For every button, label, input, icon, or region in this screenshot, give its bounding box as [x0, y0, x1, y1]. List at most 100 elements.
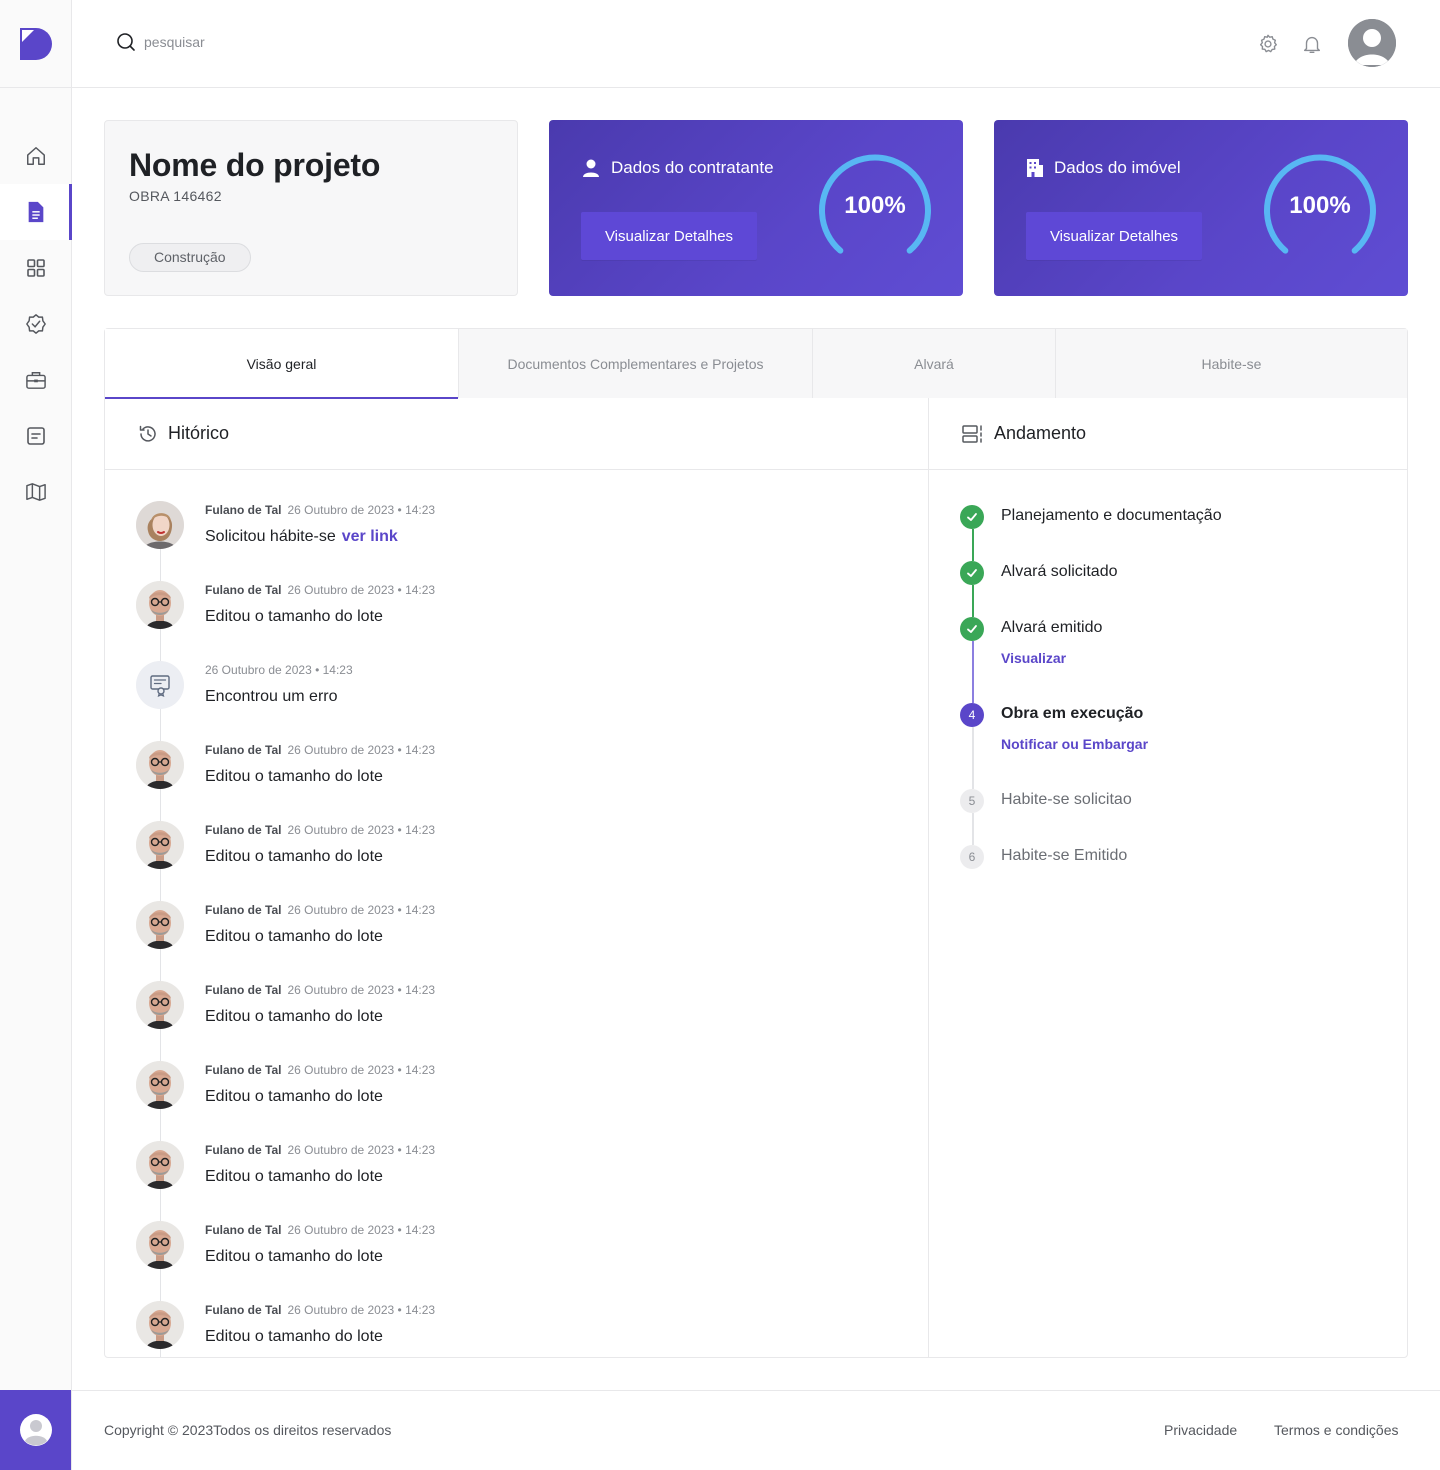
- search-input[interactable]: [144, 34, 344, 50]
- history-meta: 26 Outubro de 2023 • 14:23: [205, 663, 353, 677]
- footer-copyright: Copyright © 2023Todos os direitos reserv…: [104, 1422, 392, 1438]
- app-logo-icon: [20, 28, 52, 60]
- contractor-card: Dados do contratante Visualizar Detalhes…: [549, 120, 963, 296]
- property-details-button[interactable]: Visualizar Detalhes: [1026, 212, 1202, 260]
- history-item: Fulano de Tal 26 Outubro de 2023 • 14:23 E…: [136, 581, 896, 661]
- document-icon: [28, 201, 43, 223]
- history-header: Hitórico: [105, 398, 928, 470]
- history-date: 26 Outubro de 2023 • 14:23: [205, 663, 353, 677]
- user-avatar: [136, 1221, 184, 1269]
- progress-title: Andamento: [994, 423, 1087, 443]
- badge-check-icon: [25, 314, 46, 334]
- history-date: 26 Outubro de 2023 • 14:23: [287, 823, 436, 837]
- contractor-details-button[interactable]: Visualizar Detalhes: [581, 212, 757, 260]
- user-avatar: [136, 981, 184, 1029]
- footer-link-terms[interactable]: Termos e condições: [1274, 1422, 1399, 1438]
- building-icon: [1027, 159, 1043, 177]
- tab-documents[interactable]: Documentos Complementares e Projetos: [458, 329, 812, 398]
- tab-alvara[interactable]: Alvará: [812, 329, 1055, 398]
- step-action-link[interactable]: Notificar ou Embargar: [1001, 736, 1148, 752]
- history-link[interactable]: ver link: [342, 528, 398, 545]
- history-author: Fulano de Tal: [205, 583, 282, 597]
- history-author: Fulano de Tal: [205, 1223, 282, 1237]
- history-date: 26 Outubro de 2023 • 14:23: [287, 1063, 436, 1077]
- history-date: 26 Outubro de 2023 • 14:23: [287, 1143, 436, 1157]
- history-date: 26 Outubro de 2023 • 14:23: [287, 983, 436, 997]
- history-meta: Fulano de Tal 26 Outubro de 2023 • 14:23: [205, 503, 435, 517]
- history-action: Editou o tamanho do lote: [205, 768, 383, 785]
- profile-avatar[interactable]: [1348, 19, 1396, 67]
- contractor-percent: 100%: [844, 192, 906, 219]
- history-meta: Fulano de Tal 26 Outubro de 2023 • 14:23: [205, 983, 435, 997]
- history-text-row: Editou o tamanho do lote: [205, 1248, 383, 1266]
- nav-list[interactable]: [0, 408, 71, 464]
- search-icon: [117, 33, 135, 51]
- history-date: 26 Outubro de 2023 • 14:23: [287, 743, 436, 757]
- nav-map[interactable]: [0, 464, 71, 520]
- project-title: Nome do projeto: [129, 147, 381, 183]
- nav-approvals[interactable]: [0, 296, 71, 352]
- briefcase-icon: [25, 372, 46, 389]
- history-text-row: Editou o tamanho do lote: [205, 768, 383, 786]
- project-type-chip: Construção: [129, 243, 251, 272]
- history-item: Fulano de Tal 26 Outubro de 2023 • 14:23 E…: [136, 821, 896, 901]
- history-item: 26 Outubro de 2023 • 14:23 Encontrou um e…: [136, 661, 896, 741]
- logo[interactable]: [0, 0, 71, 88]
- history-list: Fulano de Tal 26 Outubro de 2023 • 14:23 S…: [105, 471, 928, 1357]
- progress-icon: [962, 424, 982, 443]
- notifications-button[interactable]: [1301, 33, 1323, 60]
- sidebar-user-button[interactable]: [0, 1390, 71, 1470]
- user-avatar: [136, 1141, 184, 1189]
- history-action: Encontrou um erro: [205, 688, 338, 705]
- tab-bar: Visão geral Documentos Complementares e …: [105, 329, 1407, 399]
- history-text-row: Editou o tamanho do lote: [205, 1328, 383, 1346]
- history-text-row: Editou o tamanho do lote: [205, 1168, 383, 1186]
- check-icon: [960, 561, 984, 585]
- column-divider: [928, 398, 929, 1357]
- history-icon: [139, 425, 156, 442]
- history-meta: Fulano de Tal 26 Outubro de 2023 • 14:23: [205, 903, 435, 917]
- history-meta: Fulano de Tal 26 Outubro de 2023 • 14:23: [205, 823, 435, 837]
- project-code: OBRA 146462: [129, 188, 222, 204]
- history-text-row: Editou o tamanho do lote: [205, 1088, 383, 1106]
- history-date: 26 Outubro de 2023 • 14:23: [287, 1303, 436, 1317]
- settings-icon: [1259, 34, 1277, 53]
- history-text-row: Solicitou hábite-se ver link: [205, 528, 398, 546]
- history-item: Fulano de Tal 26 Outubro de 2023 • 14:23 E…: [136, 1301, 896, 1357]
- history-item: Fulano de Tal 26 Outubro de 2023 • 14:23 E…: [136, 1221, 896, 1301]
- user-icon: [583, 159, 599, 177]
- user-avatar-icon: [19, 1414, 52, 1446]
- list-icon: [26, 427, 45, 445]
- history-author: Fulano de Tal: [205, 1143, 282, 1157]
- nav-briefcase[interactable]: [0, 352, 71, 408]
- history-author: Fulano de Tal: [205, 983, 282, 997]
- settings-button[interactable]: [1257, 33, 1279, 60]
- history-date: 26 Outubro de 2023 • 14:23: [287, 1223, 436, 1237]
- progress-header: Andamento: [929, 398, 1407, 470]
- history-item: Fulano de Tal 26 Outubro de 2023 • 14:23 E…: [136, 1141, 896, 1221]
- tab-habite-se[interactable]: Habite-se: [1055, 329, 1407, 398]
- system-event-icon: [136, 661, 184, 709]
- step-connector: [972, 727, 974, 789]
- history-action: Editou o tamanho do lote: [205, 1008, 383, 1025]
- history-author: Fulano de Tal: [205, 503, 282, 517]
- step-connector: [972, 641, 974, 703]
- tab-overview[interactable]: Visão geral: [105, 329, 458, 399]
- nav-home[interactable]: [0, 128, 71, 184]
- nav-grid[interactable]: [0, 240, 71, 296]
- contractor-card-label: Dados do contratante: [611, 158, 774, 177]
- app-root: Nome do projeto OBRA 146462 Construção D…: [0, 0, 1440, 1470]
- footer-link-privacy[interactable]: Privacidade: [1164, 1422, 1237, 1438]
- history-meta: Fulano de Tal 26 Outubro de 2023 • 14:23: [205, 1303, 435, 1317]
- nav-documents[interactable]: [0, 184, 72, 240]
- property-card: Dados do imóvel Visualizar Detalhes 100%: [994, 120, 1408, 296]
- property-card-label: Dados do imóvel: [1054, 158, 1181, 177]
- search-bar[interactable]: [116, 32, 344, 52]
- project-card: Nome do projeto OBRA 146462 Construção: [104, 120, 518, 296]
- history-action: Editou o tamanho do lote: [205, 1168, 383, 1185]
- history-date: 26 Outubro de 2023 • 14:23: [287, 903, 436, 917]
- history-meta: Fulano de Tal 26 Outubro de 2023 • 14:23: [205, 583, 435, 597]
- step-action-link[interactable]: Visualizar: [1001, 650, 1066, 666]
- step-number: 5: [960, 789, 984, 813]
- history-text-row: Editou o tamanho do lote: [205, 608, 383, 626]
